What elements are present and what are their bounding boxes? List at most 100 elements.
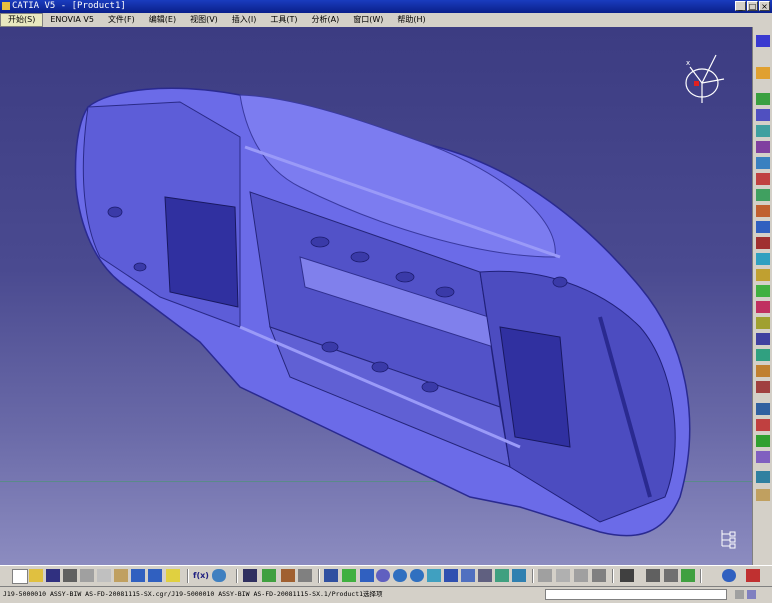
measure-item-icon[interactable] [556,569,570,582]
open-icon[interactable] [29,569,43,582]
undo-icon[interactable] [131,569,145,582]
car-body-model[interactable] [0,27,752,565]
pan-view-icon[interactable] [360,569,374,582]
menu-bar: 开始(S) ENOVIA V5 文件(F) 编辑(E) 视图(V) 插入(I) … [0,13,772,27]
save-icon[interactable] [46,569,60,582]
pad-icon[interactable] [756,93,770,105]
redo-icon[interactable] [148,569,162,582]
compass-icon[interactable]: x [672,45,732,105]
copy-icon[interactable] [97,569,111,582]
rib-icon[interactable] [756,173,770,185]
thickness-icon[interactable] [756,253,770,265]
toolbar-separator [236,569,238,583]
measure-between-icon[interactable] [538,569,552,582]
cut-icon[interactable] [80,569,94,582]
compass-x-label: x [686,59,690,67]
pan-icon[interactable] [262,569,276,582]
hole-icon[interactable] [756,157,770,169]
minimize-button[interactable]: _ [735,1,746,11]
iso-view-icon[interactable] [461,569,475,582]
menu-edit[interactable]: 编辑(E) [142,13,183,27]
knowledge-icon[interactable] [212,569,226,582]
plane-icon[interactable] [756,35,770,47]
sketch-icon[interactable] [756,67,770,79]
spec-tree-icon[interactable] [718,527,742,549]
slot-icon[interactable] [756,189,770,201]
catia-logo-icon [746,569,760,582]
multi-view-icon[interactable] [444,569,458,582]
fillet-icon[interactable] [756,285,770,297]
zoom-in-icon[interactable] [393,569,407,582]
catalog-browser-icon[interactable] [592,569,606,582]
render-icon[interactable] [756,435,770,447]
product-icon[interactable] [620,569,634,582]
loft-icon[interactable] [756,221,770,233]
menu-help[interactable]: 帮助(H) [390,13,432,27]
paste-icon[interactable] [114,569,128,582]
3d-viewport[interactable]: x [0,27,752,565]
mirror-icon[interactable] [756,317,770,329]
search-icon[interactable] [722,569,736,582]
normal-view-icon[interactable] [427,569,441,582]
material-icon[interactable] [756,489,770,501]
apply-material-icon[interactable] [512,569,526,582]
toolbar-separator [187,569,189,583]
fit-all-view-icon[interactable] [342,569,356,582]
menu-start[interactable]: 开始(S) [0,13,44,27]
axis-icon[interactable] [756,471,770,483]
pattern-icon[interactable] [756,333,770,345]
groove-icon[interactable] [756,141,770,153]
swap-space-icon[interactable] [324,569,338,582]
status-bar: J19-5000010 ASSY-BIW AS-FD-20081115-SX.c… [0,586,772,603]
menu-view[interactable]: 视图(V) [183,13,225,27]
print-icon[interactable] [63,569,77,582]
formula-icon[interactable]: f(x) [193,569,209,582]
split-icon[interactable] [756,365,770,377]
rotate-view-icon[interactable] [376,569,390,582]
shell-icon[interactable] [756,237,770,249]
fit-all-icon[interactable] [243,569,257,582]
bottom-toolbar: f(x) [0,565,772,586]
status-icons [733,589,769,600]
toolbar-separator [318,569,320,583]
measure-icon[interactable] [756,419,770,431]
chamfer-icon[interactable] [756,301,770,313]
stiffener-icon[interactable] [756,205,770,217]
menu-analyze[interactable]: 分析(A) [305,13,347,27]
pocket-icon[interactable] [756,109,770,121]
assembly-icon[interactable] [646,569,660,582]
scale-icon[interactable] [756,349,770,361]
hide-show-icon[interactable] [298,569,312,582]
title-bar: CATIA V5 - [Product1] _ □ × [0,0,772,13]
right-toolbar [752,27,772,565]
menu-enovia[interactable]: ENOVIA V5 [43,13,101,27]
shaft-icon[interactable] [756,125,770,137]
catia-app-icon[interactable] [2,2,10,10]
snap-icon[interactable] [681,569,695,582]
shading-icon[interactable] [478,569,492,582]
close-command-icon[interactable] [735,590,744,599]
command-input[interactable] [545,589,727,600]
manipulate-icon[interactable] [664,569,678,582]
toolbar-separator [700,569,702,583]
status-text: J19-5000010 ASSY-BIW AS-FD-20081115-SX.c… [3,590,383,598]
whats-this-icon[interactable] [166,569,180,582]
draft-icon[interactable] [756,269,770,281]
shading-edges-icon[interactable] [495,569,509,582]
menu-insert[interactable]: 插入(I) [225,13,264,27]
window-title: CATIA V5 - [Product1] [12,1,126,11]
menu-file[interactable]: 文件(F) [101,13,142,27]
new-icon[interactable] [12,569,28,584]
menu-tools[interactable]: 工具(T) [263,13,304,27]
constraint-icon[interactable] [756,403,770,415]
menu-window[interactable]: 窗口(W) [346,13,390,27]
catalog-icon[interactable] [756,451,770,463]
maximize-button[interactable]: □ [747,1,758,11]
power-input-icon[interactable] [747,590,756,599]
toolbar-separator [612,569,614,583]
zoom-out-icon[interactable] [410,569,424,582]
close-button[interactable]: × [759,1,770,11]
measure-inertia-icon[interactable] [574,569,588,582]
boolean-icon[interactable] [756,381,770,393]
rotate-icon[interactable] [281,569,295,582]
